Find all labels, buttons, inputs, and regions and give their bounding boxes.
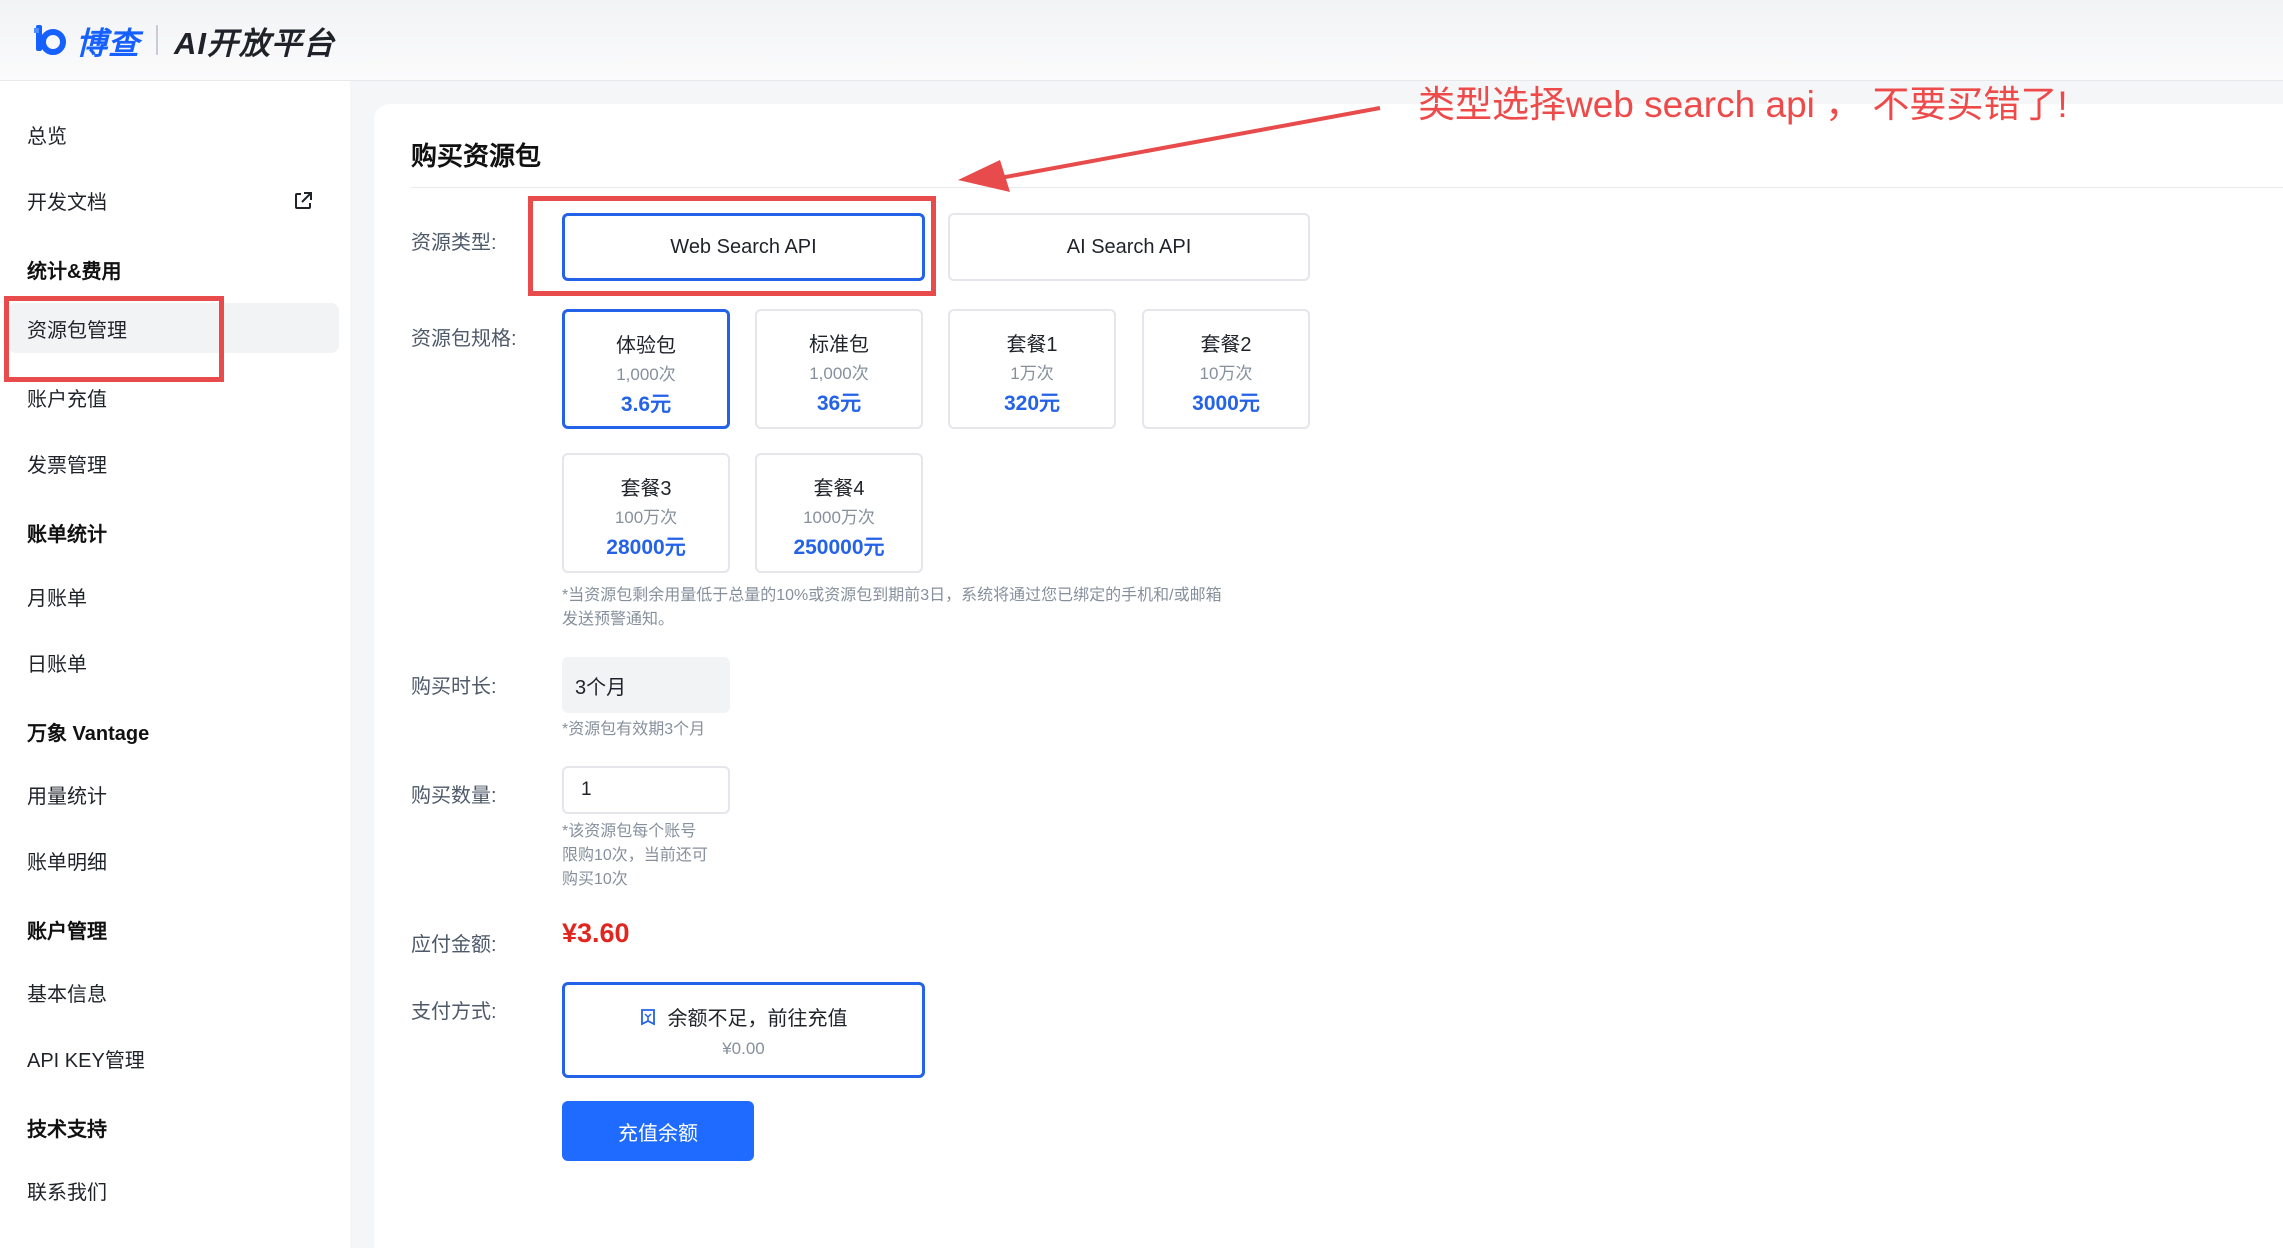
annotation-text: 类型选择web search api ， 不要买错了! [1418,84,2068,125]
annotation-arrow-icon [958,106,1381,192]
